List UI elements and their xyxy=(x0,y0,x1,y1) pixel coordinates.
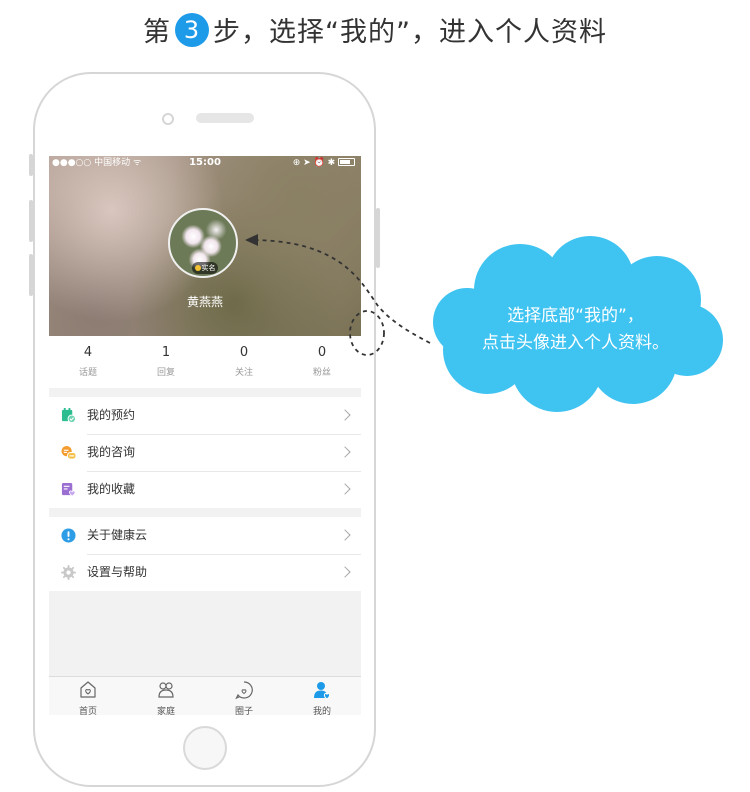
tab-label: 家庭 xyxy=(156,707,175,715)
chevron-right-icon xyxy=(339,446,351,458)
battery-icon xyxy=(338,158,355,166)
menu-item-about[interactable]: 关于健康云 xyxy=(49,517,361,554)
tab-family[interactable]: 家庭 xyxy=(127,680,205,715)
menu-item-favorites[interactable]: 我的收藏 xyxy=(49,471,361,508)
person-heart-icon xyxy=(314,682,331,700)
gear-icon xyxy=(61,565,76,580)
chevron-right-icon xyxy=(339,483,351,495)
username: 黄燕燕 xyxy=(186,295,223,309)
status-icons: ⊕ ➤ ⏰ ✱ xyxy=(292,158,336,168)
stat-label: 话题 xyxy=(78,368,97,378)
callout-text: 选择底部“我的”， 点击头像进入个人资料。 xyxy=(438,303,713,357)
stats-row: 4 话题 1 回复 0 关注 0 粉丝 xyxy=(49,336,361,388)
info-icon xyxy=(61,528,76,543)
tab-label: 圈子 xyxy=(234,707,253,715)
stat-label: 粉丝 xyxy=(312,368,331,378)
phone-screen: ●●●○○ 中国移动 ᯤ 15:00 ⊕ ➤ ⏰ ✱ 实名 黄燕燕 4 话题 1… xyxy=(49,156,361,715)
step-number-badge: 3 xyxy=(175,13,209,47)
mute-switch xyxy=(29,154,33,176)
verified-badge: 实名 xyxy=(192,262,218,274)
tab-bar: 首页 家庭 圈子 我的 xyxy=(49,676,361,715)
callout-line-2: 点击头像进入个人资料。 xyxy=(482,333,669,353)
chevron-right-icon xyxy=(339,529,351,541)
tab-circle[interactable]: 圈子 xyxy=(205,680,283,715)
chat-bubbles-icon xyxy=(61,445,76,460)
heading-suffix: 步，选择“我的”，进入个人资料 xyxy=(213,17,607,48)
stat-label: 关注 xyxy=(234,368,253,378)
status-bar: ●●●○○ 中国移动 ᯤ 15:00 ⊕ ➤ ⏰ ✱ xyxy=(49,156,361,170)
stat-value: 0 xyxy=(317,345,327,360)
volume-up-button xyxy=(29,200,33,242)
chat-circle-icon xyxy=(235,681,253,700)
front-camera xyxy=(162,113,174,125)
stat-replies[interactable]: 1 回复 xyxy=(127,345,205,378)
menu-item-appointments[interactable]: 我的预约 xyxy=(49,397,361,434)
menu-label: 我的收藏 xyxy=(87,482,136,496)
stat-value: 4 xyxy=(83,345,93,360)
tab-mine[interactable]: 我的 xyxy=(283,680,361,715)
step-heading: 第 3 步，选择“我的”，进入个人资料 xyxy=(0,10,750,49)
menu-label: 我的咨询 xyxy=(87,445,136,459)
stat-topics[interactable]: 4 话题 xyxy=(49,345,127,378)
chevron-right-icon xyxy=(339,409,351,421)
calendar-check-icon xyxy=(61,408,76,423)
stat-label: 回复 xyxy=(156,368,175,378)
earpiece-speaker xyxy=(196,113,254,123)
callout-line-1: 选择底部“我的”， xyxy=(507,306,644,326)
stat-value: 1 xyxy=(161,345,171,360)
stat-following[interactable]: 0 关注 xyxy=(205,345,283,378)
family-icon xyxy=(158,682,174,698)
menu-label: 我的预约 xyxy=(87,408,136,422)
verified-badge-label: 实名 xyxy=(201,264,216,272)
volume-down-button xyxy=(29,254,33,296)
power-button xyxy=(376,208,380,268)
menu-label: 关于健康云 xyxy=(87,528,148,542)
avatar[interactable]: 实名 xyxy=(168,208,238,278)
home-heart-icon xyxy=(80,681,96,698)
menu-group-app: 关于健康云 设置与帮助 xyxy=(49,517,361,591)
chevron-right-icon xyxy=(339,566,351,578)
menu-item-consultations[interactable]: 我的咨询 xyxy=(49,434,361,471)
menu-label: 设置与帮助 xyxy=(87,565,148,579)
home-button[interactable] xyxy=(183,726,227,770)
menu-item-settings[interactable]: 设置与帮助 xyxy=(49,554,361,591)
stat-value: 0 xyxy=(239,345,249,360)
tab-home[interactable]: 首页 xyxy=(49,680,127,715)
favorites-list-icon xyxy=(61,482,76,497)
stat-followers[interactable]: 0 粉丝 xyxy=(283,345,361,378)
heading-prefix: 第 xyxy=(143,17,171,48)
status-right-icons: ⊕ ➤ ⏰ ✱ xyxy=(293,156,355,170)
tab-label: 我的 xyxy=(312,707,331,715)
verified-dot-icon xyxy=(194,265,201,271)
tab-label: 首页 xyxy=(78,707,97,715)
menu-group-personal: 我的预约 我的咨询 我的收藏 xyxy=(49,397,361,508)
